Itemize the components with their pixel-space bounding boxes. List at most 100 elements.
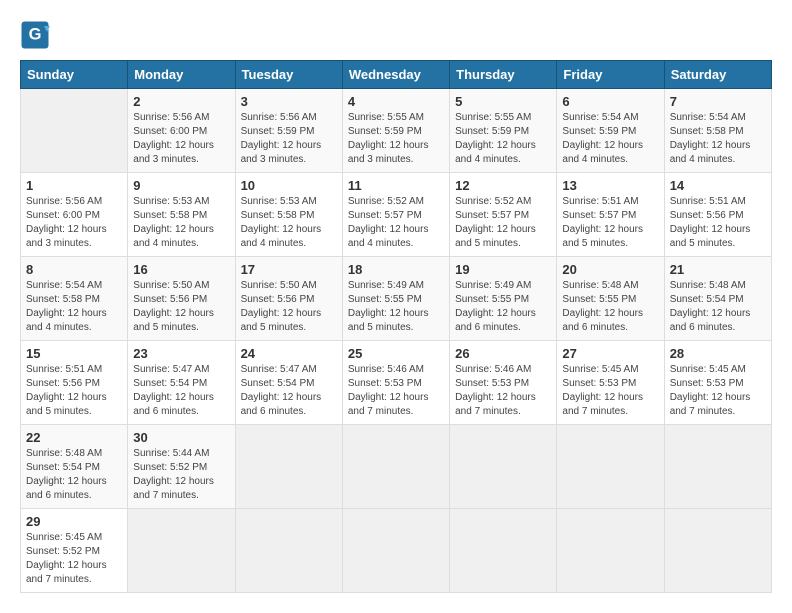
calendar-day: 24Sunrise: 5:47 AM Sunset: 5:54 PM Dayli… xyxy=(235,341,342,425)
day-number: 1 xyxy=(26,178,122,193)
calendar-day: 21 Sunrise: 5:48 AM Sunset: 5:54 PM Dayli… xyxy=(664,257,771,341)
calendar-day: 2Sunrise: 5:56 AM Sunset: 6:00 PM Daylig… xyxy=(128,89,235,173)
day-info: Sunrise: 5:55 AM Sunset: 5:59 PM Dayligh… xyxy=(348,111,444,167)
day-number: 29 xyxy=(26,514,122,529)
day-number: 30 xyxy=(133,430,229,445)
calendar-day xyxy=(557,425,664,509)
day-info: Sunrise: 5:51 AM Sunset: 5:56 PM Dayligh… xyxy=(670,195,766,251)
calendar-day xyxy=(450,509,557,593)
day-number: 13 xyxy=(562,178,658,193)
day-info: Sunrise: 5:53 AM Sunset: 5:58 PM Dayligh… xyxy=(241,195,337,251)
svg-text:G: G xyxy=(29,26,42,44)
calendar-day xyxy=(128,509,235,593)
calendar-week-2: 8Sunrise: 5:54 AM Sunset: 5:58 PM Daylig… xyxy=(21,257,772,341)
day-info: Sunrise: 5:44 AM Sunset: 5:52 PM Dayligh… xyxy=(133,447,229,503)
calendar-day: 12 Sunrise: 5:52 AM Sunset: 5:57 PM Dayli… xyxy=(450,173,557,257)
calendar-day: 14 Sunrise: 5:51 AM Sunset: 5:56 PM Dayli… xyxy=(664,173,771,257)
day-number: 9 xyxy=(133,178,229,193)
day-number: 22 xyxy=(26,430,122,445)
calendar-day xyxy=(664,509,771,593)
day-info: Sunrise: 5:53 AM Sunset: 5:58 PM Dayligh… xyxy=(133,195,229,251)
calendar-day: 13 Sunrise: 5:51 AM Sunset: 5:57 PM Dayli… xyxy=(557,173,664,257)
day-number: 7 xyxy=(670,94,766,109)
day-info: Sunrise: 5:56 AM Sunset: 6:00 PM Dayligh… xyxy=(26,195,122,251)
day-info: Sunrise: 5:48 AM Sunset: 5:54 PM Dayligh… xyxy=(670,279,766,335)
calendar-day: 30 Sunrise: 5:44 AM Sunset: 5:52 PM Dayli… xyxy=(128,425,235,509)
calendar-day: 29 Sunrise: 5:45 AM Sunset: 5:52 PM Dayli… xyxy=(21,509,128,593)
calendar-week-1: 1 Sunrise: 5:56 AM Sunset: 6:00 PM Daylig… xyxy=(21,173,772,257)
col-header-saturday: Saturday xyxy=(664,61,771,89)
day-info: Sunrise: 5:52 AM Sunset: 5:57 PM Dayligh… xyxy=(348,195,444,251)
calendar-week-3: 15 Sunrise: 5:51 AM Sunset: 5:56 PM Dayli… xyxy=(21,341,772,425)
calendar-day: 20 Sunrise: 5:48 AM Sunset: 5:55 PM Dayli… xyxy=(557,257,664,341)
day-number: 26 xyxy=(455,346,551,361)
calendar-day: 22 Sunrise: 5:48 AM Sunset: 5:54 PM Dayli… xyxy=(21,425,128,509)
calendar-week-4: 22 Sunrise: 5:48 AM Sunset: 5:54 PM Dayli… xyxy=(21,425,772,509)
day-info: Sunrise: 5:51 AM Sunset: 5:57 PM Dayligh… xyxy=(562,195,658,251)
calendar-day: 17 Sunrise: 5:50 AM Sunset: 5:56 PM Dayli… xyxy=(235,257,342,341)
day-number: 12 xyxy=(455,178,551,193)
calendar-day: 11Sunrise: 5:52 AM Sunset: 5:57 PM Dayli… xyxy=(342,173,449,257)
day-number: 17 xyxy=(241,262,337,277)
calendar-day xyxy=(235,509,342,593)
calendar-day: 23Sunrise: 5:47 AM Sunset: 5:54 PM Dayli… xyxy=(128,341,235,425)
calendar-day xyxy=(342,425,449,509)
day-info: Sunrise: 5:55 AM Sunset: 5:59 PM Dayligh… xyxy=(455,111,551,167)
logo-icon: G xyxy=(20,20,50,50)
calendar-day: 25Sunrise: 5:46 AM Sunset: 5:53 PM Dayli… xyxy=(342,341,449,425)
day-info: Sunrise: 5:45 AM Sunset: 5:52 PM Dayligh… xyxy=(26,531,122,587)
calendar-day: 27 Sunrise: 5:45 AM Sunset: 5:53 PM Dayli… xyxy=(557,341,664,425)
day-info: Sunrise: 5:48 AM Sunset: 5:55 PM Dayligh… xyxy=(562,279,658,335)
day-info: Sunrise: 5:45 AM Sunset: 5:53 PM Dayligh… xyxy=(562,363,658,419)
day-info: Sunrise: 5:49 AM Sunset: 5:55 PM Dayligh… xyxy=(348,279,444,335)
day-info: Sunrise: 5:56 AM Sunset: 5:59 PM Dayligh… xyxy=(241,111,337,167)
calendar-day: 28Sunrise: 5:45 AM Sunset: 5:53 PM Dayli… xyxy=(664,341,771,425)
day-info: Sunrise: 5:51 AM Sunset: 5:56 PM Dayligh… xyxy=(26,363,122,419)
col-header-thursday: Thursday xyxy=(450,61,557,89)
calendar-week-5: 29 Sunrise: 5:45 AM Sunset: 5:52 PM Dayli… xyxy=(21,509,772,593)
calendar-header: SundayMondayTuesdayWednesdayThursdayFrid… xyxy=(21,61,772,89)
day-number: 20 xyxy=(562,262,658,277)
day-info: Sunrise: 5:47 AM Sunset: 5:54 PM Dayligh… xyxy=(241,363,337,419)
day-info: Sunrise: 5:45 AM Sunset: 5:53 PM Dayligh… xyxy=(670,363,766,419)
day-number: 14 xyxy=(670,178,766,193)
calendar-day: 3 Sunrise: 5:56 AM Sunset: 5:59 PM Daylig… xyxy=(235,89,342,173)
day-info: Sunrise: 5:54 AM Sunset: 5:58 PM Dayligh… xyxy=(670,111,766,167)
day-number: 15 xyxy=(26,346,122,361)
col-header-wednesday: Wednesday xyxy=(342,61,449,89)
day-number: 27 xyxy=(562,346,658,361)
day-info: Sunrise: 5:50 AM Sunset: 5:56 PM Dayligh… xyxy=(133,279,229,335)
day-number: 4 xyxy=(348,94,444,109)
col-header-sunday: Sunday xyxy=(21,61,128,89)
calendar-day: 15 Sunrise: 5:51 AM Sunset: 5:56 PM Dayli… xyxy=(21,341,128,425)
day-info: Sunrise: 5:46 AM Sunset: 5:53 PM Dayligh… xyxy=(348,363,444,419)
col-header-friday: Friday xyxy=(557,61,664,89)
day-number: 18 xyxy=(348,262,444,277)
day-info: Sunrise: 5:50 AM Sunset: 5:56 PM Dayligh… xyxy=(241,279,337,335)
day-info: Sunrise: 5:49 AM Sunset: 5:55 PM Dayligh… xyxy=(455,279,551,335)
day-number: 21 xyxy=(670,262,766,277)
col-header-monday: Monday xyxy=(128,61,235,89)
calendar-day xyxy=(235,425,342,509)
calendar-day xyxy=(664,425,771,509)
calendar-day: 6Sunrise: 5:54 AM Sunset: 5:59 PM Daylig… xyxy=(557,89,664,173)
day-info: Sunrise: 5:56 AM Sunset: 6:00 PM Dayligh… xyxy=(133,111,229,167)
day-info: Sunrise: 5:54 AM Sunset: 5:58 PM Dayligh… xyxy=(26,279,122,335)
day-number: 16 xyxy=(133,262,229,277)
calendar-day: 7 Sunrise: 5:54 AM Sunset: 5:58 PM Daylig… xyxy=(664,89,771,173)
day-number: 5 xyxy=(455,94,551,109)
day-info: Sunrise: 5:48 AM Sunset: 5:54 PM Dayligh… xyxy=(26,447,122,503)
calendar-day: 8Sunrise: 5:54 AM Sunset: 5:58 PM Daylig… xyxy=(21,257,128,341)
calendar-day xyxy=(450,425,557,509)
logo: G xyxy=(20,20,54,50)
calendar-day xyxy=(557,509,664,593)
calendar-day: 19Sunrise: 5:49 AM Sunset: 5:55 PM Dayli… xyxy=(450,257,557,341)
calendar-day: 10Sunrise: 5:53 AM Sunset: 5:58 PM Dayli… xyxy=(235,173,342,257)
day-info: Sunrise: 5:52 AM Sunset: 5:57 PM Dayligh… xyxy=(455,195,551,251)
day-info: Sunrise: 5:47 AM Sunset: 5:54 PM Dayligh… xyxy=(133,363,229,419)
calendar-day: 26Sunrise: 5:46 AM Sunset: 5:53 PM Dayli… xyxy=(450,341,557,425)
day-number: 3 xyxy=(241,94,337,109)
calendar-day xyxy=(342,509,449,593)
calendar-table: SundayMondayTuesdayWednesdayThursdayFrid… xyxy=(20,60,772,593)
calendar-day: 5 Sunrise: 5:55 AM Sunset: 5:59 PM Daylig… xyxy=(450,89,557,173)
